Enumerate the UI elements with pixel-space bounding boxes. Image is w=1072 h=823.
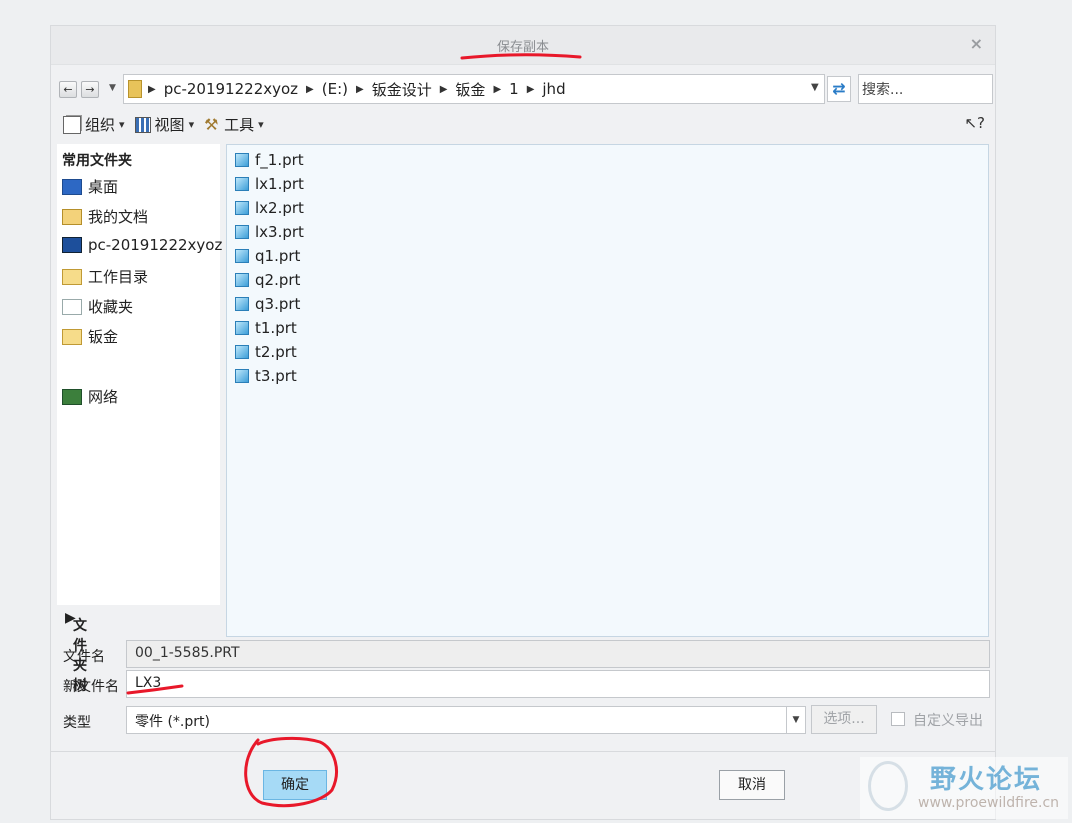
custom-export-checkbox[interactable] [891, 712, 905, 726]
tools-icon: ⚒ [204, 114, 219, 134]
part-file-icon [235, 225, 249, 239]
breadcrumb-folder-sheetmetal[interactable]: 钣金 [455, 79, 485, 100]
organize-icon [63, 115, 81, 134]
options-button[interactable]: 选项... [811, 705, 877, 734]
address-dropdown-icon[interactable]: ▼ [811, 82, 819, 93]
chevron-down-icon: ▾ [119, 118, 125, 131]
title-bar: 保存副本 × [51, 26, 995, 65]
toolbar: 组织 ▾ 视图 ▾ ⚒ 工具 ▾ [63, 114, 264, 135]
ok-button[interactable]: 确定 [263, 770, 327, 800]
forward-button[interactable]: → [81, 81, 99, 98]
part-file-icon [235, 177, 249, 191]
sidebar-item-favorites[interactable]: 收藏夹 [62, 296, 133, 317]
common-folders-sidebar: 常用文件夹 桌面 我的文档 pc-20191222xyoz 工作目录 收藏夹 钣… [57, 144, 222, 605]
file-item[interactable]: t3.prt [235, 367, 297, 385]
part-file-icon [235, 153, 249, 167]
file-item[interactable]: q1.prt [235, 247, 300, 265]
organize-menu[interactable]: 组织 ▾ [63, 114, 125, 135]
dialog-title: 保存副本 [496, 40, 549, 55]
working-directory-icon [62, 268, 82, 285]
tools-menu[interactable]: ⚒ 工具 ▾ [204, 114, 264, 135]
chevron-down-icon: ▾ [188, 118, 195, 131]
history-dropdown-icon[interactable]: ▼ [109, 83, 116, 93]
search-input[interactable]: 搜索... [858, 74, 993, 104]
part-file-icon [235, 345, 249, 359]
view-icon [134, 116, 151, 133]
folder-tree-label: ▶ 文件夹树 [65, 610, 87, 694]
watermark-title: 野火论坛 [930, 765, 1043, 795]
file-item[interactable]: f_1.prt [235, 151, 304, 169]
breadcrumb-folder-1[interactable]: 1 [509, 80, 519, 98]
sidebar-item-label: 收藏夹 [88, 298, 134, 316]
sidebar-item-label: 我的文档 [88, 208, 149, 226]
organize-label: 组织 [85, 116, 116, 134]
view-menu[interactable]: 视图 ▾ [134, 114, 195, 135]
part-file-icon [235, 201, 249, 215]
filename-label: 文件名 [63, 649, 105, 665]
sidebar-item-working-directory[interactable]: 工作目录 [62, 266, 148, 287]
favorites-icon [62, 298, 82, 315]
watermark-url: www.proewildfire.cn [918, 795, 1060, 811]
file-item[interactable]: q3.prt [235, 295, 300, 313]
sidebar-item-my-documents[interactable]: 我的文档 [62, 206, 148, 227]
part-file-icon [235, 297, 249, 311]
part-file-icon [235, 369, 249, 383]
chevron-down-icon[interactable]: ▼ [786, 707, 805, 733]
view-label: 视图 [154, 116, 185, 134]
tools-label: 工具 [224, 116, 255, 134]
new-filename-label: 新文件名 [63, 679, 119, 695]
address-bar[interactable]: ▶ pc-20191222xyoz ▶ (E:) ▶ 钣金设计 ▶ 钣金 ▶ 1 ▶ jhd [123, 74, 825, 104]
breadcrumb-folder-sheetmetal-design[interactable]: 钣金设计 [372, 79, 432, 100]
breadcrumb-computer[interactable]: pc-20191222xyoz [164, 80, 298, 98]
breadcrumb-folder-jhd[interactable]: jhd [542, 80, 565, 98]
sidebar-item-label: 网络 [88, 388, 119, 406]
sidebar-item-computer[interactable]: pc-20191222xyoz [62, 236, 222, 254]
file-item[interactable]: t2.prt [235, 343, 297, 361]
filename-field: 00_1-5585.PRT [126, 640, 990, 668]
part-file-icon [235, 321, 249, 335]
desktop-icon [62, 178, 82, 195]
part-file-icon [235, 249, 249, 263]
type-label: 类型 [63, 715, 91, 731]
network-icon [62, 388, 82, 405]
folder-icon [128, 80, 142, 98]
file-item[interactable]: t1.prt [235, 319, 297, 337]
save-copy-dialog: 保存副本 × ← → ▼ ▶ pc-20191222xyoz ▶ (E:) ▶ 钣金设… [50, 25, 996, 820]
folder-tree-toggle[interactable]: ▶ 文件夹树 [57, 605, 220, 694]
folder-icon [62, 328, 82, 345]
sidebar-item-label: 工作目录 [88, 268, 149, 286]
documents-icon [62, 208, 82, 225]
chevron-down-icon: ▾ [258, 118, 264, 131]
help-pointer-icon[interactable]: ↖? [964, 114, 985, 132]
breadcrumb-drive[interactable]: (E:) [322, 80, 348, 98]
sidebar-item-sheetmetal[interactable]: 钣金 [62, 326, 118, 347]
sidebar-item-network[interactable]: 网络 [62, 386, 118, 407]
part-file-icon [235, 273, 249, 287]
file-item[interactable]: lx3.prt [235, 223, 304, 241]
butterfly-logo-icon [868, 761, 908, 811]
forum-watermark: 野火论坛 www.proewildfire.cn [860, 757, 1068, 819]
back-button[interactable]: ← [59, 81, 77, 98]
sidebar-item-label: pc-20191222xyoz [88, 236, 223, 254]
sidebar-heading: 常用文件夹 [62, 153, 132, 169]
file-item[interactable]: q2.prt [235, 271, 300, 289]
file-item[interactable]: lx2.prt [235, 199, 304, 217]
file-type-select[interactable]: 零件 (*.prt) [126, 706, 806, 734]
sidebar-item-desktop[interactable]: 桌面 [62, 176, 118, 197]
close-icon[interactable]: × [970, 34, 983, 53]
cancel-button[interactable]: 取消 [719, 770, 785, 800]
refresh-icon[interactable]: ⇄ [827, 76, 851, 102]
sidebar-item-label: 钣金 [88, 328, 119, 346]
file-list[interactable]: f_1.prt lx1.prt lx2.prt lx3.prt q1.prt q… [226, 144, 989, 637]
custom-export-label: 自定义导出 [913, 713, 983, 729]
file-item[interactable]: lx1.prt [235, 175, 304, 193]
new-filename-input[interactable]: LX3 [126, 670, 990, 698]
divider [51, 751, 995, 752]
sidebar-item-label: 桌面 [88, 178, 119, 196]
computer-icon [62, 237, 82, 253]
